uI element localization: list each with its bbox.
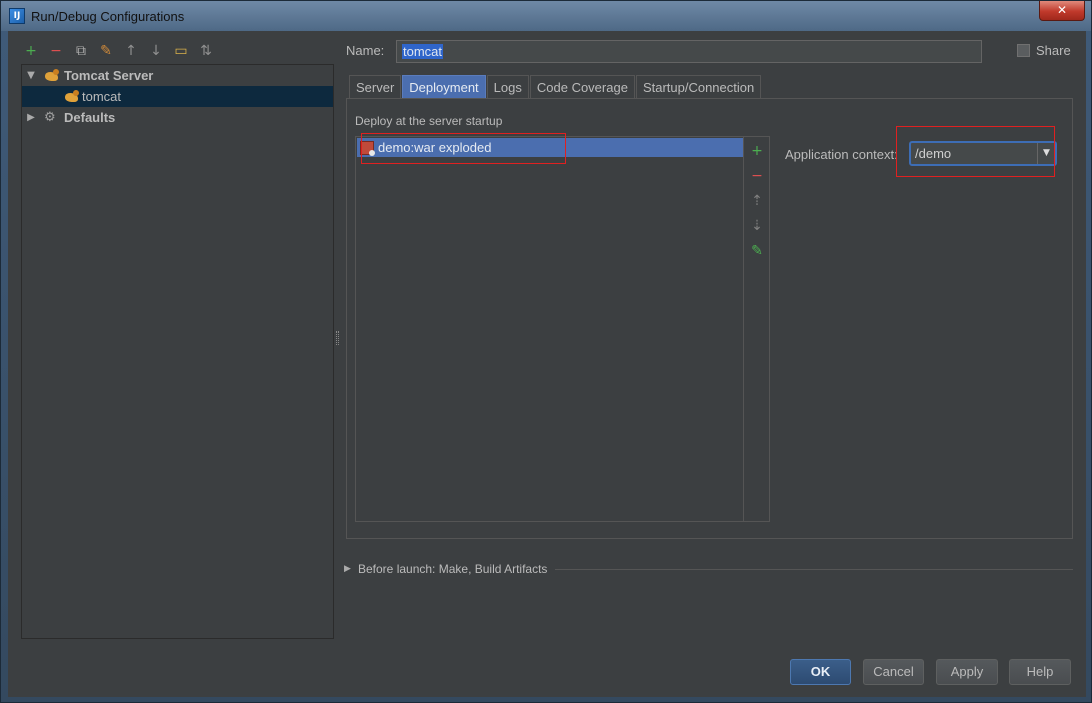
move-up-icon[interactable]: ↑ bbox=[122, 42, 140, 60]
config-tree: ▼ Tomcat Server tomcat ▶ ⚙ Defaults bbox=[21, 64, 334, 639]
tree-item-defaults[interactable]: ▶ ⚙ Defaults bbox=[22, 107, 333, 128]
help-button[interactable]: Help bbox=[1009, 659, 1071, 685]
remove-icon[interactable]: − bbox=[749, 168, 765, 184]
sort-icon[interactable]: ⇅ bbox=[197, 42, 215, 60]
deploy-section-title: Deploy at the server startup bbox=[355, 114, 503, 128]
tab-logs[interactable]: Logs bbox=[486, 75, 529, 98]
deploy-artifact-list[interactable]: demo:war exploded bbox=[355, 136, 744, 522]
remove-icon[interactable]: − bbox=[47, 42, 65, 60]
intellij-icon: IJ bbox=[9, 8, 25, 24]
share-label: Share bbox=[1036, 43, 1071, 58]
ok-button[interactable]: OK bbox=[790, 659, 851, 685]
tree-item-label: Tomcat Server bbox=[64, 68, 154, 83]
close-button[interactable]: ✕ bbox=[1039, 1, 1085, 21]
add-icon[interactable]: + bbox=[749, 143, 765, 159]
move-down-icon[interactable]: ↓ bbox=[147, 42, 165, 60]
name-label: Name: bbox=[346, 43, 384, 58]
tree-item-label: Defaults bbox=[64, 110, 116, 125]
tab-startup-connection[interactable]: Startup/Connection bbox=[635, 75, 762, 98]
tomcat-icon bbox=[44, 68, 60, 83]
expand-arrow-icon[interactable]: ▶ bbox=[344, 564, 358, 574]
name-label-text: Name: bbox=[346, 43, 385, 58]
run-debug-window: IJ Run/Debug Configurations ✕ + − ⧉ ✎ ↑ ↓ ▭ ⇅ ▼… bbox=[0, 0, 1092, 703]
cancel-button[interactable]: Cancel bbox=[863, 659, 924, 685]
wrench-icon[interactable]: ✎ bbox=[97, 42, 115, 60]
tab-server[interactable]: Server bbox=[349, 75, 402, 98]
defaults-wrench-icon: ⚙ bbox=[44, 109, 56, 125]
before-launch-section[interactable]: ▶ Before launch: Make, Build Artifacts bbox=[344, 561, 1073, 577]
artifact-toolbar: + − ⇡ ⇣ ✎ bbox=[744, 136, 770, 522]
add-icon[interactable]: + bbox=[22, 42, 40, 60]
folder-icon[interactable]: ▭ bbox=[172, 42, 190, 60]
tree-item-tomcat-server[interactable]: ▼ Tomcat Server bbox=[22, 65, 333, 86]
title-bar[interactable]: IJ Run/Debug Configurations ✕ bbox=[1, 1, 1091, 31]
apply-button[interactable]: Apply bbox=[936, 659, 998, 685]
expand-arrow-icon[interactable]: ▼ bbox=[24, 70, 38, 81]
highlight-box-context bbox=[896, 126, 1055, 177]
tree-item-label: tomcat bbox=[82, 89, 122, 104]
share-option[interactable]: Share bbox=[1017, 43, 1071, 58]
panel-splitter-handle[interactable] bbox=[336, 331, 339, 345]
before-launch-label[interactable]: Before launch: Make, Build Artifacts bbox=[358, 562, 547, 576]
window-title: Run/Debug Configurations bbox=[31, 8, 185, 24]
share-checkbox[interactable] bbox=[1017, 44, 1030, 57]
copy-icon[interactable]: ⧉ bbox=[72, 42, 90, 60]
dialog-content: + − ⧉ ✎ ↑ ↓ ▭ ⇅ ▼ Tomcat Server tomcat ▶ ⚙ Defa… bbox=[8, 31, 1086, 697]
edit-icon[interactable]: ✎ bbox=[749, 243, 765, 259]
tab-code-coverage[interactable]: Code Coverage bbox=[529, 75, 635, 98]
highlight-box-artifact bbox=[361, 133, 566, 164]
config-toolbar: + − ⧉ ✎ ↑ ↓ ▭ ⇅ bbox=[22, 41, 215, 61]
move-up-icon[interactable]: ⇡ bbox=[749, 193, 765, 209]
separator-line bbox=[555, 568, 1073, 570]
tomcat-icon bbox=[64, 89, 80, 104]
tab-deployment[interactable]: Deployment bbox=[402, 75, 486, 98]
name-input[interactable]: tomcat bbox=[396, 40, 982, 63]
move-down-icon[interactable]: ⇣ bbox=[749, 218, 765, 234]
application-context-label: Application context: bbox=[785, 147, 898, 162]
collapse-arrow-icon[interactable]: ▶ bbox=[24, 112, 38, 123]
tree-item-tomcat[interactable]: tomcat bbox=[22, 86, 333, 107]
config-tabs: Server Deployment Logs Code Coverage Startup… bbox=[349, 75, 762, 99]
name-input-value: tomcat bbox=[402, 44, 444, 59]
